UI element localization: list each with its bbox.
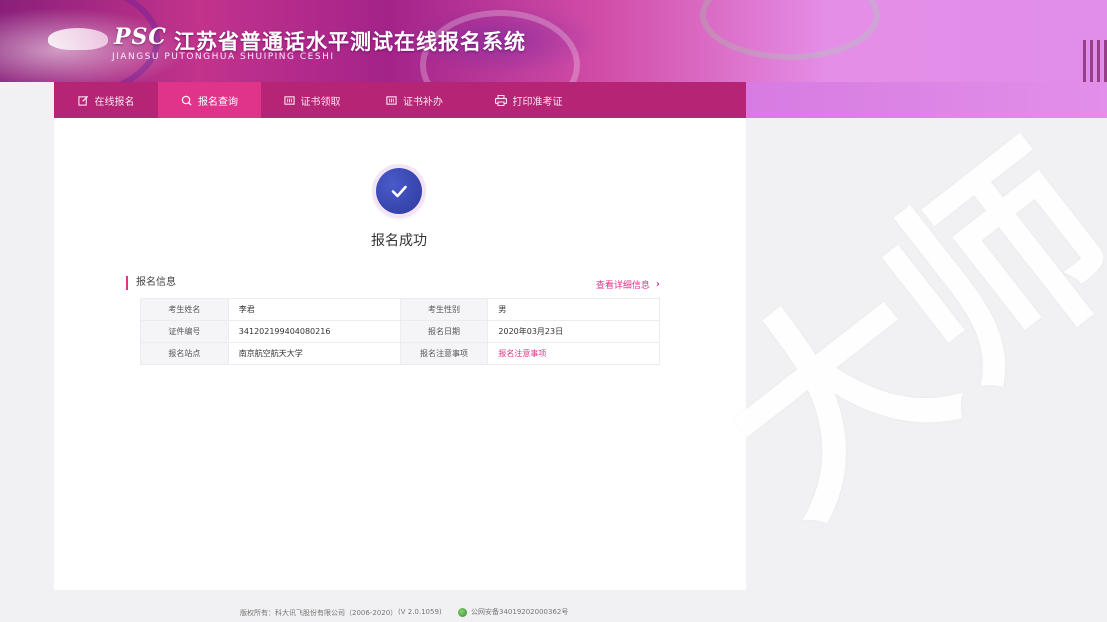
nav-label: 打印准考证 (512, 96, 563, 108)
certificate-icon (386, 95, 397, 106)
table-label: 报名日期 (399, 320, 489, 343)
signup-info-table: 考生姓名 李君 考生性别 男 证件编号 341202199404080216 报… (140, 298, 660, 365)
success-message: 报名成功 (371, 233, 427, 249)
beian-badge-icon (458, 607, 467, 617)
section-title: 报名信息 (126, 276, 176, 290)
banner-stripes-decoration (1083, 40, 1107, 82)
banner-swirl-decoration (700, 0, 880, 60)
nav-signup-query[interactable]: 报名查询 (158, 82, 261, 118)
table-value: 南京航空航天大学 (227, 342, 401, 365)
chevron-right-icon: › (655, 279, 660, 290)
check-icon (391, 185, 407, 198)
table-label: 考生性别 (399, 298, 489, 321)
nav-label: 报名查询 (198, 96, 238, 108)
signup-notes-link[interactable]: 报名注意事项 (487, 342, 660, 365)
table-label: 报名站点 (140, 342, 229, 365)
main-content-card: 报名成功 报名信息 查看详细信息 › 考生姓名 李君 考生性别 男 证件编号 3… (54, 118, 746, 590)
footer-version: (V 2.0.1059) (398, 608, 442, 616)
footer-copyright: 版权所有：科大讯飞股份有限公司（2006-2020） (240, 609, 398, 617)
table-value: 男 (487, 298, 660, 321)
nav-label: 在线报名 (94, 96, 135, 108)
nav-certificate-collect[interactable]: 证书领取 (261, 82, 363, 118)
nav-label: 证书领取 (300, 96, 341, 108)
table-label: 考生姓名 (140, 298, 229, 321)
footer-beian[interactable]: 公网安备34019202000362号 (458, 607, 568, 617)
table-label: 报名注意事项 (399, 342, 489, 365)
table-value: 2020年03月23日 (487, 320, 660, 343)
view-details-label: 查看详细信息 (595, 281, 650, 291)
table-value: 341202199404080216 (227, 320, 401, 343)
table-value: 李君 (227, 298, 401, 321)
nav-print-admission[interactable]: 打印准考证 (466, 82, 591, 118)
header-banner: PSC 江苏省普通话水平测试在线报名系统 JIANGSU PUTONGHUA S… (0, 0, 1107, 82)
main-nav: 在线报名 报名查询 证书领取 证书补办 打印准考证 (54, 82, 746, 118)
header-right-band (746, 82, 1107, 118)
certificate-icon (283, 95, 295, 106)
watermark: 大师 (678, 107, 1107, 559)
nav-label: 证书补办 (403, 96, 443, 108)
table-row: 证件编号 341202199404080216 报名日期 2020年03月23日 (140, 320, 660, 343)
printer-icon (494, 94, 507, 106)
site-subtitle: JIANGSU PUTONGHUA SHUIPING CESHI (112, 52, 335, 62)
table-row: 报名站点 南京航空航天大学 报名注意事项 报名注意事项 (140, 342, 660, 365)
nav-certificate-reissue[interactable]: 证书补办 (363, 82, 466, 118)
table-row: 考生姓名 李君 考生性别 男 (140, 298, 660, 321)
view-details-link[interactable]: 查看详细信息 › (596, 278, 660, 291)
logo-icon (48, 28, 108, 50)
table-label: 证件编号 (140, 320, 229, 343)
footer-beian-text: 公网安备34019202000362号 (471, 608, 569, 616)
logo-abbr: PSC (114, 24, 167, 50)
search-icon (181, 95, 192, 106)
edit-icon (77, 95, 89, 106)
nav-online-signup[interactable]: 在线报名 (54, 82, 158, 118)
success-badge (376, 168, 422, 214)
